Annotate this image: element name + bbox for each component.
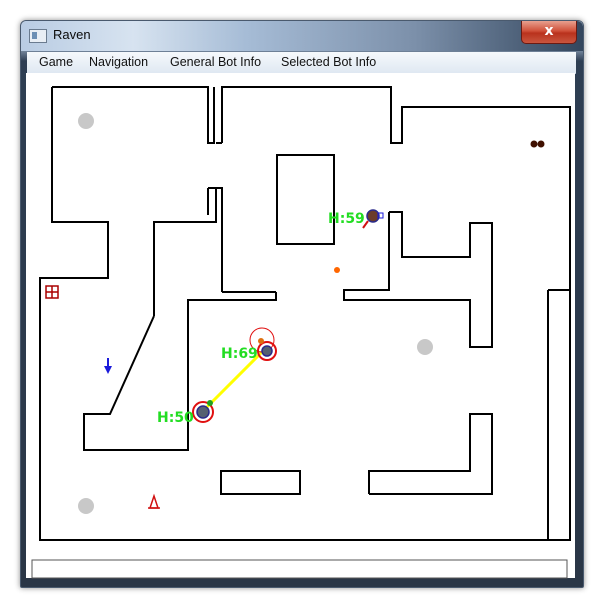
bot-health-label: H:50 (157, 410, 194, 426)
spawn-point (78, 498, 94, 514)
spawn-point (417, 339, 433, 355)
game-map[interactable]: H:59 H:69 H:50 (0, 0, 600, 604)
projectile-icon (334, 267, 340, 273)
spawn-point (78, 113, 94, 129)
bot-health-label: H:59 (328, 211, 365, 227)
bot-health-label: H:69 (221, 346, 258, 362)
